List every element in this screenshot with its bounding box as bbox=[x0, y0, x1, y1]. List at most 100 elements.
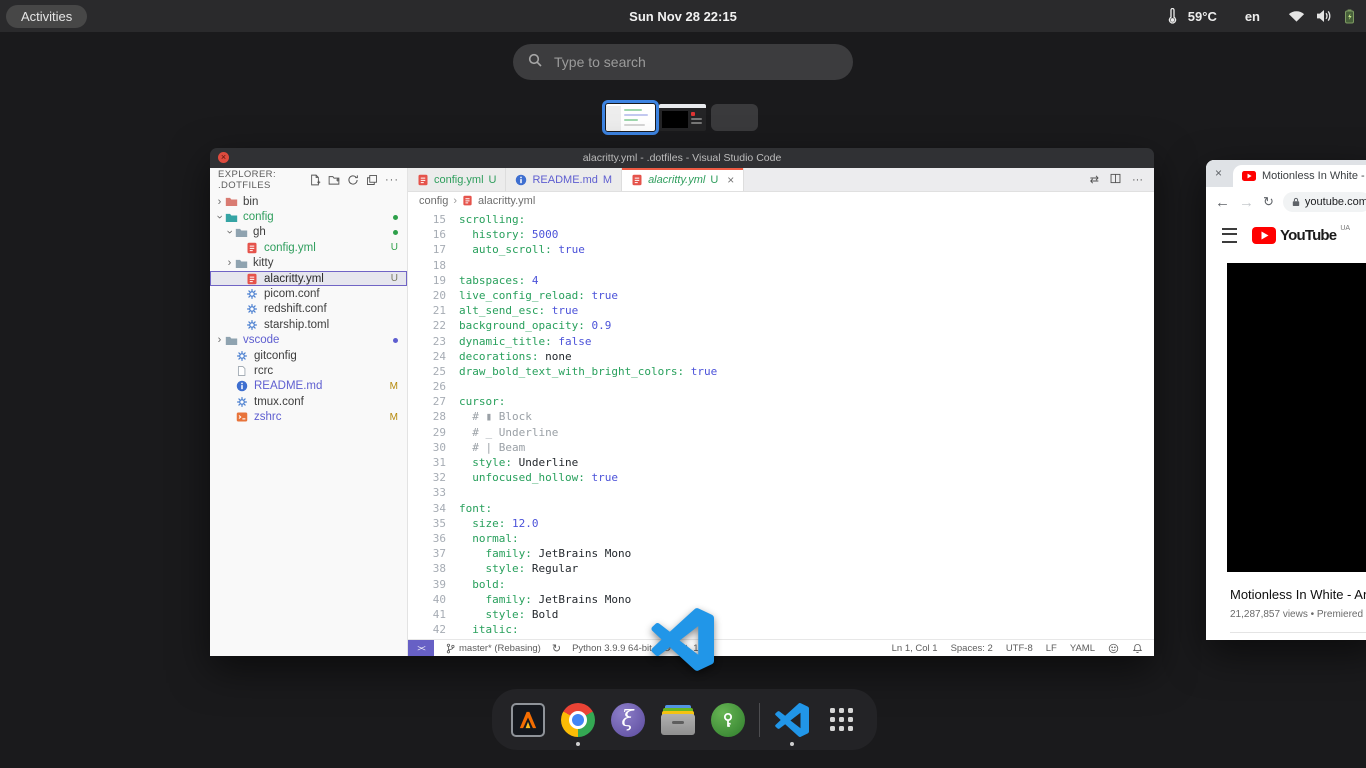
clock[interactable]: Sun Nov 28 22:15 bbox=[629, 9, 737, 24]
thermometer-icon bbox=[1168, 8, 1177, 24]
tree-item-redshift.conf[interactable]: redshift.conf bbox=[210, 302, 407, 317]
code-line-34[interactable]: 34font: bbox=[408, 501, 1154, 516]
search-input[interactable] bbox=[552, 53, 838, 71]
dock-app-vscode[interactable] bbox=[773, 701, 810, 738]
tree-item-rcrc[interactable]: rcrc bbox=[210, 363, 407, 378]
forward-icon[interactable]: → bbox=[1239, 194, 1254, 211]
code-line-35[interactable]: 35 size: 12.0 bbox=[408, 516, 1154, 531]
new-file-icon[interactable] bbox=[309, 174, 321, 186]
tree-item-alacritty.yml[interactable]: alacritty.ymlU bbox=[210, 271, 407, 286]
code-line-36[interactable]: 36 normal: bbox=[408, 531, 1154, 546]
dock-app-emacs[interactable]: ξ bbox=[609, 701, 646, 738]
breadcrumb-folder[interactable]: config bbox=[419, 195, 448, 207]
code-line-38[interactable]: 38 style: Regular bbox=[408, 561, 1154, 576]
eol[interactable]: LF bbox=[1046, 643, 1057, 654]
code-line-29[interactable]: 29 # _ Underline bbox=[408, 425, 1154, 440]
collapse-folders-icon[interactable] bbox=[366, 174, 378, 186]
open-changes-icon[interactable]: ⇄ bbox=[1090, 173, 1099, 186]
activities-button[interactable]: Activities bbox=[6, 5, 87, 28]
dock-app-alacritty[interactable] bbox=[509, 701, 546, 738]
address-bar[interactable]: youtube.com/wa bbox=[1283, 192, 1366, 212]
close-tab-icon[interactable]: × bbox=[727, 173, 734, 187]
dock-app-app-grid[interactable] bbox=[823, 701, 860, 738]
keyboard-layout[interactable]: en bbox=[1245, 9, 1260, 24]
tree-item-gh[interactable]: ›gh bbox=[210, 225, 407, 240]
tree-item-zshrc[interactable]: zshrcM bbox=[210, 409, 407, 424]
code-editor[interactable]: 15scrolling:16 history: 500017 auto_scro… bbox=[408, 209, 1154, 639]
code-line-25[interactable]: 25draw_bold_text_with_bright_colors: tru… bbox=[408, 364, 1154, 379]
code-line-30[interactable]: 30 # | Beam bbox=[408, 440, 1154, 455]
breadcrumb[interactable]: config › alacritty.yml bbox=[408, 192, 1154, 209]
code-line-31[interactable]: 31 style: Underline bbox=[408, 455, 1154, 470]
code-line-41[interactable]: 41 style: Bold bbox=[408, 607, 1154, 622]
code-line-39[interactable]: 39 bold: bbox=[408, 577, 1154, 592]
editor-tab-alacritty.yml[interactable]: alacritty.ymlU× bbox=[622, 168, 744, 191]
code-line-23[interactable]: 23dynamic_title: false bbox=[408, 334, 1154, 349]
workspace-thumbnail-vscode[interactable] bbox=[606, 104, 655, 131]
sync-icon[interactable]: ↻ bbox=[552, 642, 561, 655]
tab-close-icon[interactable]: × bbox=[1215, 166, 1222, 180]
workspace-thumbnail-empty[interactable] bbox=[711, 104, 758, 131]
code-line-28[interactable]: 28 # ▮ Block bbox=[408, 409, 1154, 424]
code-line-22[interactable]: 22background_opacity: 0.9 bbox=[408, 318, 1154, 333]
youtube-logo[interactable]: YouTube UA bbox=[1252, 227, 1350, 244]
tree-item-starship.toml[interactable]: starship.toml bbox=[210, 317, 407, 332]
refresh-icon[interactable] bbox=[347, 174, 359, 186]
code-line-17[interactable]: 17 auto_scroll: true bbox=[408, 242, 1154, 257]
hamburger-menu-icon[interactable] bbox=[1222, 228, 1237, 243]
tree-item-tmux.conf[interactable]: tmux.conf bbox=[210, 394, 407, 409]
language-mode[interactable]: YAML bbox=[1070, 643, 1095, 654]
git-branch-item[interactable]: master* (Rebasing) bbox=[445, 643, 541, 654]
editor-tab-README.md[interactable]: README.mdM bbox=[506, 168, 622, 191]
close-button[interactable]: × bbox=[218, 152, 229, 163]
remote-indicator[interactable]: >< bbox=[408, 640, 434, 656]
tree-item-gitconfig[interactable]: gitconfig bbox=[210, 348, 407, 363]
python-interpreter[interactable]: Python 3.9.9 64-bit bbox=[572, 643, 652, 654]
more-actions-icon[interactable]: ··· bbox=[1132, 174, 1143, 186]
back-icon[interactable]: ← bbox=[1215, 194, 1230, 211]
tree-item-picom.conf[interactable]: picom.conf bbox=[210, 286, 407, 301]
code-line-37[interactable]: 37 family: JetBrains Mono bbox=[408, 546, 1154, 561]
system-tray[interactable]: 59°C en bbox=[1168, 0, 1356, 32]
new-folder-icon[interactable] bbox=[328, 174, 340, 186]
code-line-32[interactable]: 32 unfocused_hollow: true bbox=[408, 470, 1154, 485]
code-line-18[interactable]: 18 bbox=[408, 258, 1154, 273]
reload-icon[interactable]: ↻ bbox=[1263, 194, 1274, 210]
url-text: youtube.com/wa bbox=[1305, 196, 1366, 208]
code-line-20[interactable]: 20live_config_reload: true bbox=[408, 288, 1154, 303]
video-player[interactable] bbox=[1227, 263, 1366, 572]
encoding[interactable]: UTF-8 bbox=[1006, 643, 1033, 654]
search-bar[interactable] bbox=[513, 44, 853, 80]
indentation[interactable]: Spaces: 2 bbox=[951, 643, 993, 654]
code-line-33[interactable]: 33 bbox=[408, 485, 1154, 500]
code-line-40[interactable]: 40 family: JetBrains Mono bbox=[408, 592, 1154, 607]
code-line-21[interactable]: 21alt_send_esc: true bbox=[408, 303, 1154, 318]
breadcrumb-file[interactable]: alacritty.yml bbox=[478, 195, 535, 207]
split-editor-icon[interactable] bbox=[1110, 173, 1121, 187]
editor-tab-config.yml[interactable]: config.ymlU bbox=[408, 168, 506, 191]
dock-app-chrome[interactable] bbox=[559, 701, 596, 738]
dock-app-files[interactable] bbox=[659, 701, 696, 738]
code-line-27[interactable]: 27cursor: bbox=[408, 394, 1154, 409]
tree-item-vscode[interactable]: ›vscode bbox=[210, 333, 407, 348]
tree-item-bin[interactable]: ›bin bbox=[210, 194, 407, 209]
tree-item-config[interactable]: ›config bbox=[210, 209, 407, 224]
dock-app-keepassxc[interactable] bbox=[709, 701, 746, 738]
vscode-drag-icon[interactable] bbox=[651, 608, 714, 671]
feedback-icon[interactable] bbox=[1108, 643, 1119, 654]
tree-item-config.yml[interactable]: config.ymlU bbox=[210, 240, 407, 255]
code-line-42[interactable]: 42 italic: bbox=[408, 622, 1154, 637]
chrome-active-tab[interactable]: Motionless In White - / bbox=[1233, 165, 1366, 187]
tree-item-kitty[interactable]: ›kitty bbox=[210, 256, 407, 271]
vscode-titlebar[interactable]: × alacritty.yml - .dotfiles - Visual Stu… bbox=[210, 148, 1154, 168]
tree-item-README.md[interactable]: README.mdM bbox=[210, 379, 407, 394]
cursor-position[interactable]: Ln 1, Col 1 bbox=[892, 643, 938, 654]
code-line-26[interactable]: 26 bbox=[408, 379, 1154, 394]
code-line-15[interactable]: 15scrolling: bbox=[408, 212, 1154, 227]
code-line-16[interactable]: 16 history: 5000 bbox=[408, 227, 1154, 242]
notifications-bell-icon[interactable] bbox=[1132, 643, 1143, 654]
more-actions-icon[interactable]: ··· bbox=[385, 174, 399, 186]
workspace-thumbnail-youtube[interactable] bbox=[659, 104, 706, 131]
code-line-24[interactable]: 24decorations: none bbox=[408, 349, 1154, 364]
code-line-19[interactable]: 19tabspaces: 4 bbox=[408, 273, 1154, 288]
